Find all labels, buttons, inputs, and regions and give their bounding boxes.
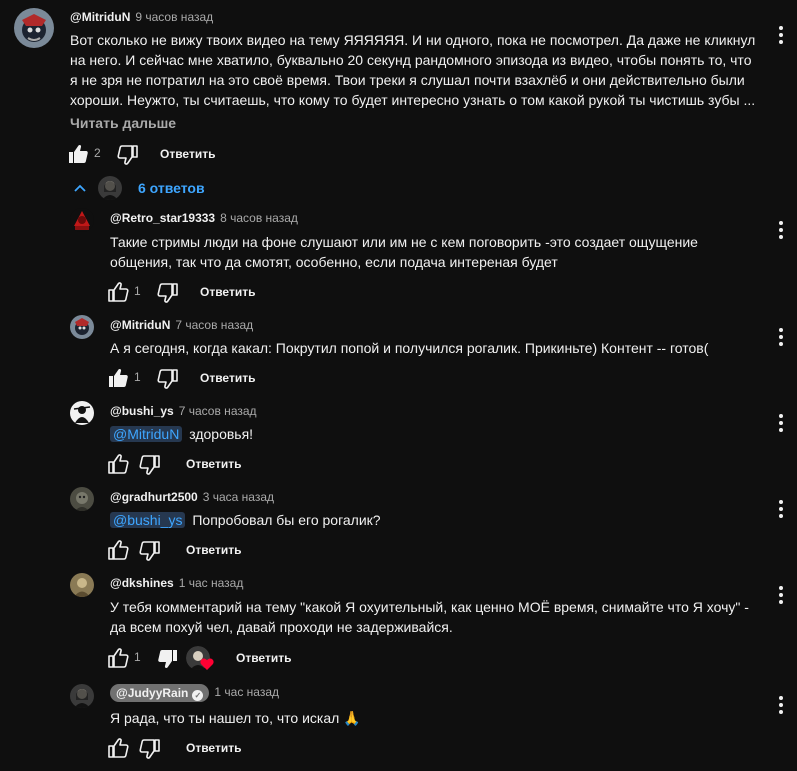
like-filled-icon[interactable] <box>66 142 90 166</box>
reply-button[interactable]: Ответить <box>186 457 241 471</box>
comment-header: @dkshines 1 час назад <box>110 575 243 591</box>
author-name[interactable]: @MitriduN <box>110 318 170 332</box>
dislike-icon[interactable] <box>156 280 180 304</box>
reply-button[interactable]: Ответить <box>236 651 291 665</box>
comment-header: @JudyyRain ✓ 1 час назад <box>110 684 279 702</box>
comment-text-line: здоровья! <box>189 426 254 442</box>
comment-text-line: я не зря не потратил на это своё время. … <box>70 72 745 88</box>
comment-actions: Ответить <box>106 452 306 476</box>
comment-text-line: да всем похуй чел, давай проходи не заде… <box>110 619 453 635</box>
dislike-icon[interactable] <box>156 366 180 390</box>
comment-text: А я сегодня, когда какал: Покрутил попой… <box>110 338 708 358</box>
comment-header: @Retro_star19333 8 часов назад <box>110 210 298 226</box>
comment-text-line: Такие стримы люди на фоне слушают или им… <box>110 234 698 250</box>
comment-time[interactable]: 1 час назад <box>214 685 279 699</box>
comment-text-line: общения, так что да смотят, особенно, ес… <box>110 254 558 270</box>
like-count: 1 <box>134 370 141 384</box>
avatar <box>98 176 122 200</box>
author-name[interactable]: @MitriduN <box>70 10 130 24</box>
avatar[interactable] <box>70 315 94 339</box>
comment-actions: Ответить <box>106 736 306 760</box>
like-icon[interactable] <box>106 646 130 670</box>
avatar[interactable] <box>70 487 94 511</box>
comment-time[interactable]: 7 часов назад <box>179 404 257 418</box>
avatar[interactable] <box>70 401 94 425</box>
like-count: 1 <box>134 650 141 664</box>
comment-header: @gradhurt2500 3 часа назад <box>110 489 274 505</box>
comment-header: @MitriduN 9 часов назад <box>70 9 213 25</box>
comment-header: @MitriduN 7 часов назад <box>110 317 253 333</box>
like-icon[interactable] <box>106 736 130 760</box>
reply-button[interactable]: Ответить <box>200 371 255 385</box>
comment-text: Вот сколько не вижу твоих видео на тему … <box>70 30 770 110</box>
reply-button[interactable]: Ответить <box>160 147 215 161</box>
author-name[interactable]: @bushi_ys <box>110 404 174 418</box>
mention-link[interactable]: @bushi_ys <box>110 512 186 528</box>
comment-text: @bushi_ys Попробовал бы его рогалик? <box>110 510 381 530</box>
like-count: 2 <box>94 146 101 160</box>
avatar[interactable] <box>70 573 94 597</box>
comment-time[interactable]: 3 часа назад <box>203 490 274 504</box>
comment-text-line: Я рада, что ты нашел то, что искал 🙏 <box>110 710 361 726</box>
comment-text: @MitriduN здоровья! <box>110 424 253 444</box>
comment-text-line: Вот сколько не вижу твоих видео на тему … <box>70 32 756 48</box>
dislike-icon[interactable] <box>138 452 162 476</box>
dislike-icon[interactable] <box>138 736 162 760</box>
like-icon[interactable] <box>106 280 130 304</box>
dislike-icon[interactable] <box>138 538 162 562</box>
dislike-filled-icon[interactable] <box>156 646 180 670</box>
read-more-link[interactable]: Читать дальше <box>70 115 176 131</box>
like-count: 1 <box>134 284 141 298</box>
like-icon[interactable] <box>106 538 130 562</box>
creator-heart-avatar <box>186 646 214 670</box>
chevron-up-icon <box>74 184 86 192</box>
author-name[interactable]: @dkshines <box>110 576 174 590</box>
comment-time[interactable]: 7 часов назад <box>175 318 253 332</box>
comment-text: У тебя комментарий на тему "какой Я охуи… <box>110 597 749 637</box>
comment-text-line: А я сегодня, когда какал: Покрутил попой… <box>110 340 709 356</box>
author-name: @JudyyRain <box>116 686 189 700</box>
channel-owner-badge[interactable]: @JudyyRain ✓ <box>110 684 210 702</box>
like-filled-icon[interactable] <box>106 366 130 390</box>
comment-text-line: У тебя комментарий на тему "какой Я охуи… <box>110 599 749 615</box>
mention-link[interactable]: @MitriduN <box>110 426 183 442</box>
comment-actions: 1 Ответить <box>106 280 306 304</box>
more-options-icon[interactable] <box>776 219 786 241</box>
author-name[interactable]: @gradhurt2500 <box>110 490 198 504</box>
comment-actions: 1 Ответить <box>106 366 306 390</box>
reply-button[interactable]: Ответить <box>186 543 241 557</box>
comment-time[interactable]: 9 часов назад <box>135 10 213 24</box>
avatar[interactable] <box>70 684 94 708</box>
reply-button[interactable]: Ответить <box>200 285 255 299</box>
comment-actions: 1 Ответить <box>106 646 326 670</box>
comment-text-line: хороши. Неужто, ты считаешь, что кому то… <box>70 92 756 108</box>
reply-button[interactable]: Ответить <box>186 741 241 755</box>
comment-time[interactable]: 8 часов назад <box>220 211 298 225</box>
more-options-icon[interactable] <box>776 584 786 606</box>
comment-text: Я рада, что ты нашел то, что искал 🙏 <box>110 708 361 728</box>
comment-time[interactable]: 1 час назад <box>179 576 244 590</box>
more-options-icon[interactable] <box>776 24 786 46</box>
comment-text: Такие стримы люди на фоне слушают или им… <box>110 232 698 272</box>
comment-text-line: Попробовал бы его рогалик? <box>192 512 381 528</box>
avatar[interactable] <box>70 208 94 232</box>
comment-header: @bushi_ys 7 часов назад <box>110 403 257 419</box>
avatar[interactable] <box>14 8 54 48</box>
dislike-icon[interactable] <box>116 142 140 166</box>
comment-actions: Ответить <box>106 538 306 562</box>
verified-check-icon: ✓ <box>192 690 204 701</box>
comment-text-line: на него. И сейчас мне хватило, буквально… <box>70 52 752 68</box>
replies-count-label[interactable]: 6 ответов <box>138 180 205 196</box>
more-options-icon[interactable] <box>776 412 786 434</box>
more-options-icon[interactable] <box>776 498 786 520</box>
author-name[interactable]: @Retro_star19333 <box>110 211 215 225</box>
more-options-icon[interactable] <box>776 694 786 716</box>
heart-icon <box>200 658 214 670</box>
more-options-icon[interactable] <box>776 326 786 348</box>
comment-actions: 2 Ответить <box>66 142 266 166</box>
like-icon[interactable] <box>106 452 130 476</box>
